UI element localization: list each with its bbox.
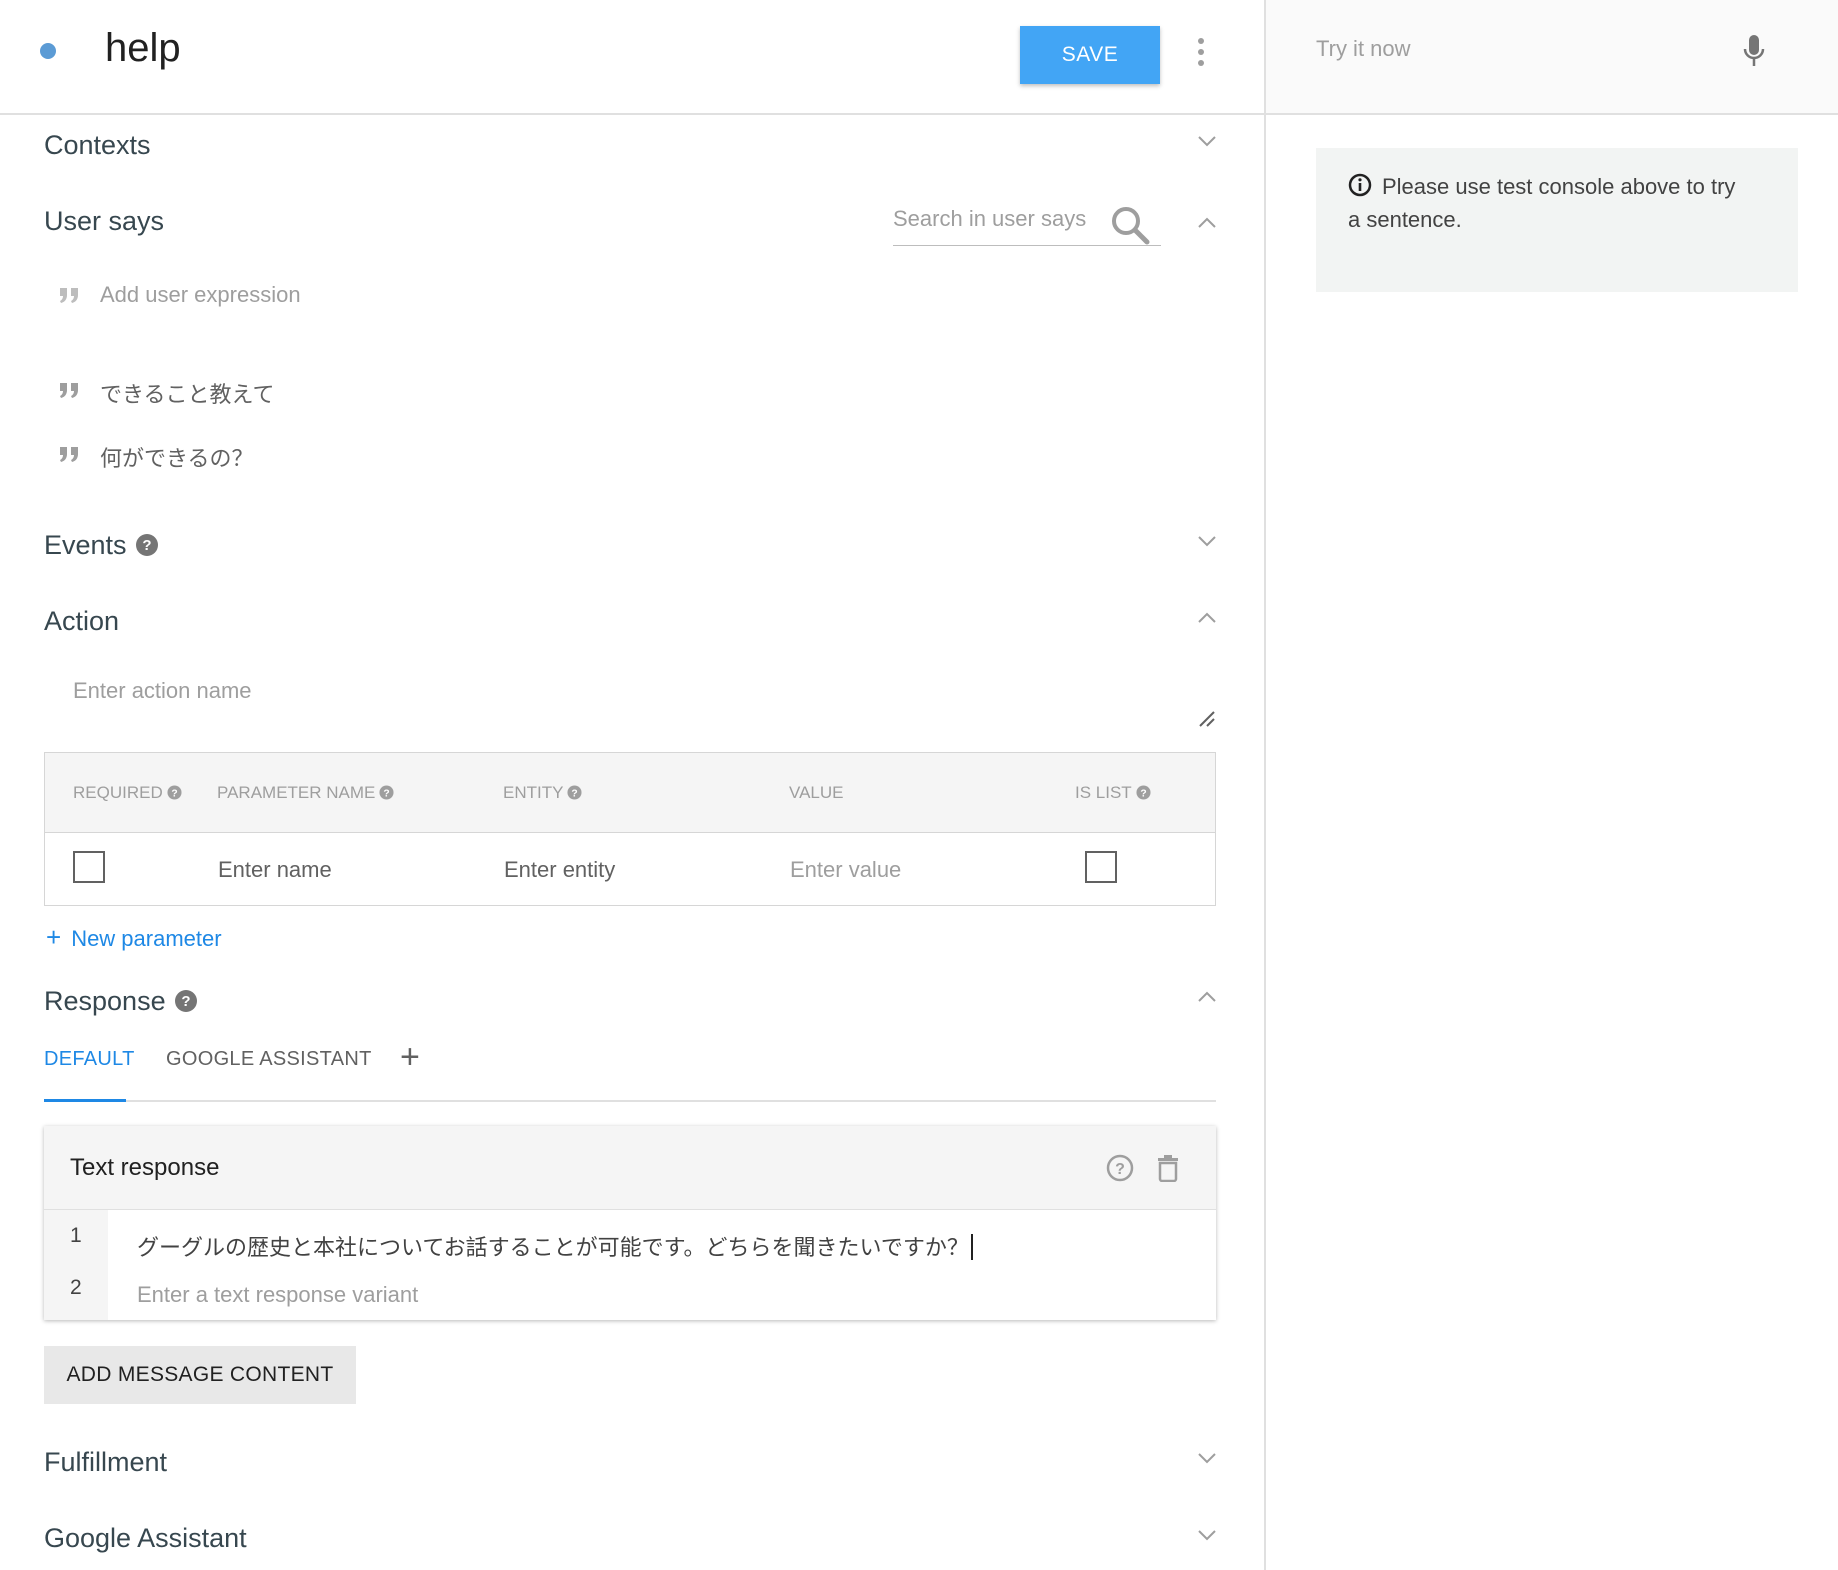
help-circle-icon[interactable]: ? [174, 989, 198, 1013]
header-entity-label: ENTITY [503, 783, 564, 802]
section-google-assistant[interactable]: Google Assistant [44, 1523, 247, 1554]
section-fulfillment[interactable]: Fulfillment [44, 1447, 167, 1478]
help-circle-icon[interactable]: ? [135, 533, 159, 557]
tab-google-assistant[interactable]: GOOGLE ASSISTANT [166, 1048, 372, 1071]
header-entity: ENTITY? [503, 783, 582, 803]
section-events[interactable]: Events? [44, 530, 159, 561]
is-list-checkbox[interactable] [1085, 851, 1117, 883]
help-circle-icon[interactable]: ? [1106, 1154, 1134, 1182]
info-icon [1348, 173, 1372, 197]
parameters-table: REQUIRED? PARAMETER NAME? ENTITY? VALUE … [44, 752, 1216, 906]
status-dot [40, 43, 56, 59]
header-required: REQUIRED? [73, 783, 182, 803]
test-console-header [1266, 0, 1838, 115]
plus-icon: + [46, 922, 62, 952]
user-says-search [893, 200, 1161, 246]
text-cursor [970, 1234, 973, 1260]
section-contexts[interactable]: Contexts [44, 130, 151, 161]
section-user-says[interactable]: User says [44, 206, 164, 237]
chevron-up-icon[interactable] [1196, 216, 1218, 230]
header-parameter-name-label: PARAMETER NAME [217, 783, 376, 802]
text-response-title: Text response [70, 1154, 220, 1181]
help-circle-icon[interactable]: ? [567, 785, 582, 800]
search-icon[interactable] [1109, 204, 1151, 246]
user-expression-text[interactable]: できること教えて [100, 377, 274, 409]
chevron-up-icon[interactable] [1196, 611, 1218, 625]
save-button[interactable]: SAVE [1020, 26, 1160, 84]
header-required-label: REQUIRED [73, 783, 163, 802]
intent-name[interactable]: help [105, 26, 181, 71]
microphone-icon[interactable] [1742, 34, 1766, 70]
text-response-variant-input[interactable]: Enter a text response variant [137, 1282, 418, 1308]
add-tab-button[interactable]: + [400, 1038, 420, 1077]
intent-header: help SAVE [0, 0, 1264, 115]
quote-icon [60, 447, 78, 462]
quote-icon [60, 288, 78, 303]
chevron-up-icon[interactable] [1196, 990, 1218, 1004]
new-parameter-label: New parameter [71, 926, 222, 951]
section-response[interactable]: Response? [44, 986, 198, 1017]
response-tabs: DEFAULT GOOGLE ASSISTANT + [44, 1030, 1216, 1102]
text-response-value[interactable]: グーグルの歴史と本社についてお話することが可能です。どちらを聞きたいですか？ [137, 1235, 969, 1260]
text-response-card: Text response ? 1 2 グーグルの歴史と本社についてお話すること… [44, 1126, 1216, 1320]
svg-text:?: ? [572, 788, 578, 799]
info-message: Please use test console above to try a s… [1348, 170, 1748, 236]
svg-text:?: ? [1140, 788, 1146, 799]
required-checkbox[interactable] [73, 851, 105, 883]
new-parameter-link[interactable]: + New parameter [46, 922, 222, 953]
add-user-expression-placeholder[interactable]: Add user expression [100, 282, 301, 308]
trash-icon[interactable] [1156, 1154, 1180, 1182]
svg-text:?: ? [171, 788, 177, 799]
text-response-card-header: Text response ? [44, 1126, 1216, 1210]
help-circle-icon[interactable]: ? [167, 785, 182, 800]
header-is-list: IS LIST? [1075, 783, 1151, 803]
chevron-down-icon[interactable] [1196, 534, 1218, 548]
line-number: 2 [70, 1276, 82, 1299]
intent-editor: help SAVE Contexts User says Add user ex… [0, 0, 1264, 1570]
quote-icon [60, 383, 78, 398]
svg-text:?: ? [384, 788, 390, 799]
svg-text:?: ? [142, 537, 151, 554]
section-response-label: Response [44, 986, 166, 1016]
tab-default[interactable]: DEFAULT [44, 1048, 135, 1071]
section-action[interactable]: Action [44, 606, 119, 637]
chevron-down-icon[interactable] [1196, 134, 1218, 148]
section-events-label: Events [44, 530, 127, 560]
info-message-box: Please use test console above to try a s… [1316, 148, 1798, 292]
user-expression-text[interactable]: 何ができるの？ [100, 441, 254, 473]
try-it-now-input[interactable] [1316, 36, 1696, 62]
svg-text:?: ? [1115, 1161, 1125, 1178]
help-circle-icon[interactable]: ? [1136, 785, 1151, 800]
text-response-line[interactable]: グーグルの歴史と本社についてお話することが可能です。どちらを聞きたいですか？ [137, 1230, 973, 1262]
entity-input[interactable]: Enter entity [504, 857, 615, 883]
parameter-name-input[interactable]: Enter name [218, 857, 332, 883]
help-circle-icon[interactable]: ? [379, 785, 394, 800]
parameters-table-header: REQUIRED? PARAMETER NAME? ENTITY? VALUE … [45, 753, 1215, 833]
header-is-list-label: IS LIST [1075, 783, 1132, 802]
header-parameter-name: PARAMETER NAME? [217, 783, 394, 803]
header-value: VALUE [789, 783, 844, 802]
chevron-down-icon[interactable] [1196, 1451, 1218, 1465]
chevron-down-icon[interactable] [1196, 1528, 1218, 1542]
svg-text:?: ? [181, 993, 190, 1010]
search-input[interactable] [893, 206, 1103, 232]
info-message-text: Please use test console above to try a s… [1348, 174, 1736, 232]
line-number: 1 [70, 1224, 82, 1247]
test-console: Please use test console above to try a s… [1264, 0, 1838, 1570]
more-vertical-icon[interactable] [1190, 36, 1210, 68]
add-message-content-button[interactable]: ADD MESSAGE CONTENT [44, 1346, 356, 1404]
value-input[interactable]: Enter value [790, 857, 901, 883]
active-tab-indicator [44, 1099, 126, 1102]
resize-handle-icon[interactable] [1196, 708, 1216, 728]
action-name-input[interactable]: Enter action name [73, 678, 252, 704]
